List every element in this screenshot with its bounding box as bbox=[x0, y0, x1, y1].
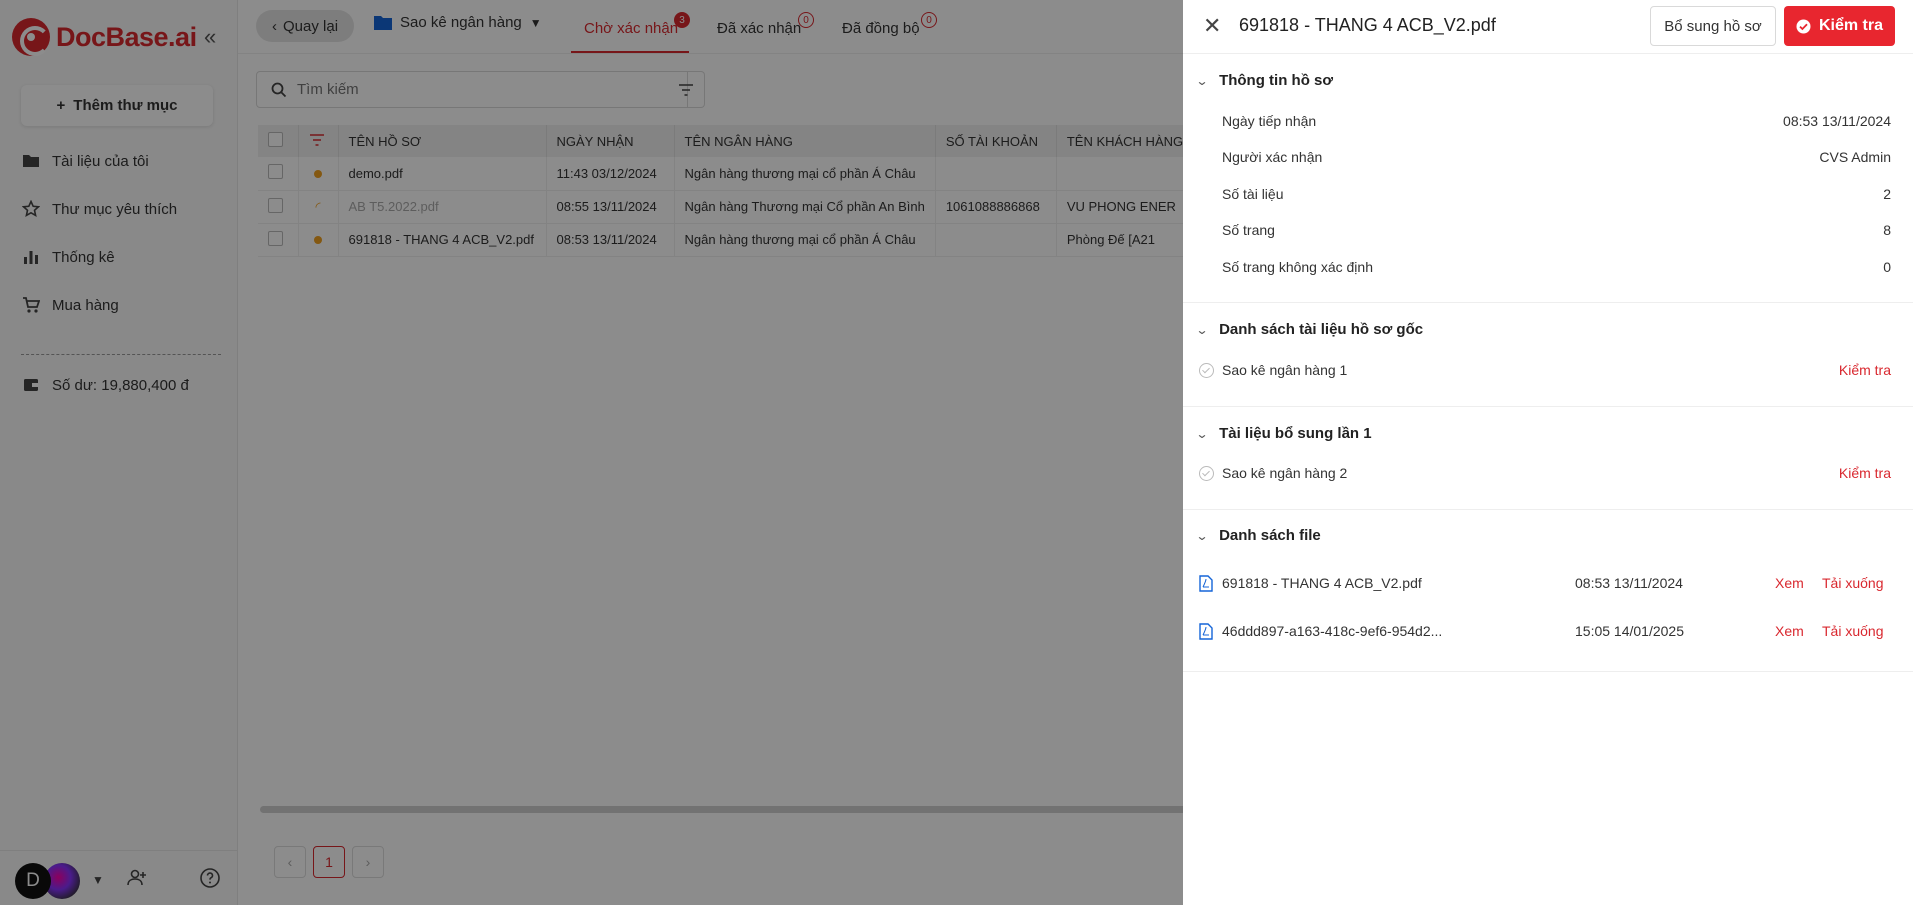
drawer-title: 691818 - THANG 4 ACB_V2.pdf bbox=[1239, 15, 1496, 35]
list-item: Sao kê ngân hàng 2 Kiểm tra bbox=[1199, 465, 1891, 481]
chevron-down-icon: ⌄ bbox=[1195, 528, 1209, 543]
info-section: ⌄ Thông tin hồ sơ Ngày tiếp nhận 08:53 1… bbox=[1183, 54, 1913, 303]
info-row: Số trang không xác định 0 bbox=[1222, 259, 1891, 275]
info-row: Ngày tiếp nhận 08:53 13/11/2024 bbox=[1222, 113, 1891, 129]
info-section-header[interactable]: ⌄ Thông tin hồ sơ bbox=[1195, 72, 1334, 89]
document-detail-drawer: ✕ 691818 - THANG 4 ACB_V2.pdf Bổ sung hồ… bbox=[1183, 0, 1913, 905]
file-date: 15:05 14/01/2025 bbox=[1575, 623, 1684, 639]
info-label: Số trang không xác định bbox=[1222, 259, 1373, 275]
info-label: Ngày tiếp nhận bbox=[1222, 113, 1317, 129]
pdf-file-icon bbox=[1199, 623, 1213, 640]
check-link[interactable]: Kiểm tra bbox=[1839, 362, 1891, 378]
info-value: 8 bbox=[1883, 222, 1891, 238]
info-row: Số trang 8 bbox=[1222, 222, 1891, 238]
chevron-down-icon: ⌄ bbox=[1195, 73, 1209, 88]
file-row: 46ddd897-a163-418c-9ef6-954d2... 15:05 1… bbox=[1199, 622, 1891, 642]
file-name: 46ddd897-a163-418c-9ef6-954d2... bbox=[1222, 623, 1443, 639]
section-title: Thông tin hồ sơ bbox=[1219, 72, 1334, 89]
chevron-down-icon: ⌄ bbox=[1195, 322, 1209, 337]
info-label: Số trang bbox=[1222, 222, 1275, 238]
chevron-down-icon: ⌄ bbox=[1195, 426, 1209, 441]
check-status-icon bbox=[1199, 465, 1214, 481]
files-section-header[interactable]: ⌄ Danh sách file bbox=[1195, 527, 1321, 544]
info-row: Người xác nhận CVS Admin bbox=[1222, 149, 1891, 165]
section-title: Danh sách file bbox=[1219, 527, 1321, 544]
modal-overlay[interactable] bbox=[0, 0, 1183, 905]
info-value: 2 bbox=[1883, 186, 1891, 202]
info-value: 08:53 13/11/2024 bbox=[1783, 113, 1891, 129]
check-button[interactable]: Kiểm tra bbox=[1784, 6, 1895, 46]
check-button-label: Kiểm tra bbox=[1818, 17, 1884, 34]
pdf-file-icon bbox=[1199, 575, 1213, 592]
download-link[interactable]: Tải xuống bbox=[1822, 623, 1883, 639]
info-row: Số tài liệu 2 bbox=[1222, 186, 1891, 202]
files-section: ⌄ Danh sách file 691818 - THANG 4 ACB_V2… bbox=[1183, 510, 1913, 672]
view-link[interactable]: Xem bbox=[1775, 623, 1804, 639]
info-label: Người xác nhận bbox=[1222, 149, 1323, 165]
original-docs-section: ⌄ Danh sách tài liệu hồ sơ gốc Sao kê ng… bbox=[1183, 303, 1913, 407]
section-title: Danh sách tài liệu hồ sơ gốc bbox=[1219, 321, 1424, 338]
download-link[interactable]: Tải xuống bbox=[1822, 575, 1883, 591]
view-link[interactable]: Xem bbox=[1775, 575, 1804, 591]
original-docs-header[interactable]: ⌄ Danh sách tài liệu hồ sơ gốc bbox=[1195, 321, 1424, 338]
check-circle-icon bbox=[1796, 19, 1811, 33]
file-name: 691818 - THANG 4 ACB_V2.pdf bbox=[1222, 575, 1422, 591]
doc-name: Sao kê ngân hàng 1 bbox=[1222, 362, 1348, 378]
supplement-docs-section: ⌄ Tài liệu bổ sung lần 1 Sao kê ngân hàn… bbox=[1183, 407, 1913, 510]
close-icon[interactable]: ✕ bbox=[1203, 15, 1221, 37]
info-value: CVS Admin bbox=[1819, 149, 1891, 165]
drawer-header: ✕ 691818 - THANG 4 ACB_V2.pdf Bổ sung hồ… bbox=[1183, 0, 1913, 54]
supplement-button[interactable]: Bổ sung hồ sơ bbox=[1650, 6, 1776, 46]
section-title: Tài liệu bổ sung lần 1 bbox=[1219, 425, 1372, 442]
file-date: 08:53 13/11/2024 bbox=[1575, 575, 1683, 591]
check-status-icon bbox=[1199, 362, 1214, 378]
info-label: Số tài liệu bbox=[1222, 186, 1284, 202]
check-link[interactable]: Kiểm tra bbox=[1839, 465, 1891, 481]
file-row: 691818 - THANG 4 ACB_V2.pdf 08:53 13/11/… bbox=[1199, 574, 1891, 594]
info-value: 0 bbox=[1883, 259, 1891, 275]
doc-name: Sao kê ngân hàng 2 bbox=[1222, 465, 1348, 481]
supplement-docs-header[interactable]: ⌄ Tài liệu bổ sung lần 1 bbox=[1195, 425, 1372, 442]
list-item: Sao kê ngân hàng 1 Kiểm tra bbox=[1199, 362, 1891, 378]
